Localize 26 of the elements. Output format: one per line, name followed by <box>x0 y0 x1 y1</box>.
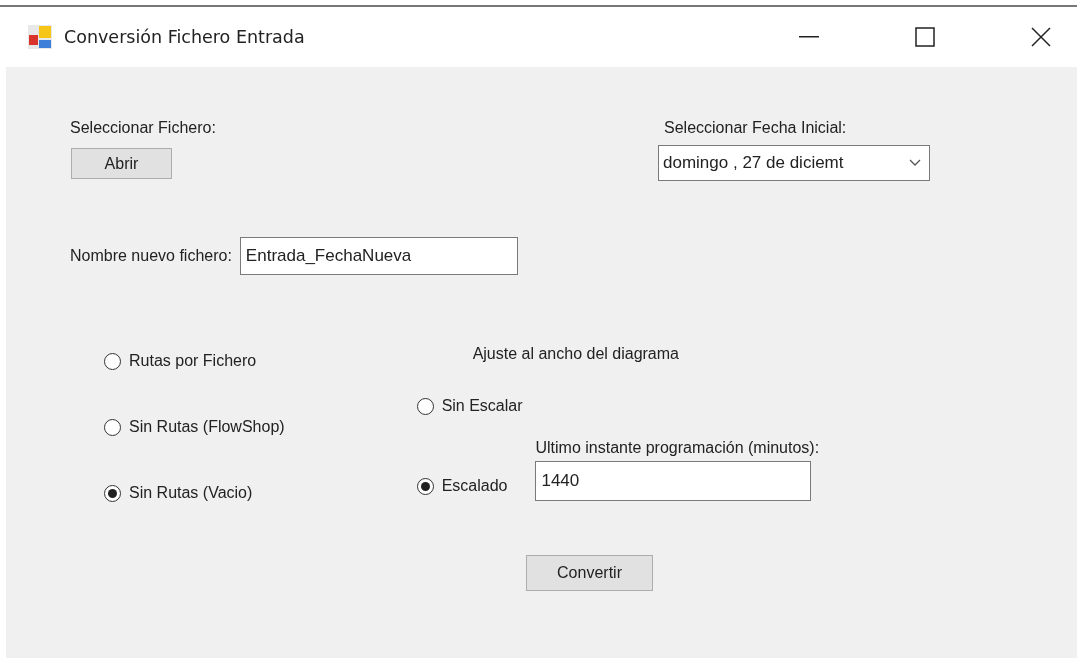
date-label: Seleccionar Fecha Inicial: <box>664 119 847 137</box>
radio-button[interactable] <box>416 477 434 495</box>
name-field[interactable]: Entrada_FechaNueva <box>239 237 518 275</box>
open-button[interactable]: Abrir <box>71 148 172 179</box>
radio-label: Rutas por Fichero <box>129 352 257 370</box>
last-instant-field[interactable]: 1440 <box>535 461 812 501</box>
scaling-title: Ajuste al ancho del diagrama <box>472 345 680 363</box>
last-instant-label: Ultimo instante programación (minutos): <box>535 439 820 457</box>
app-icon <box>27 24 53 50</box>
radio-label: Sin Rutas (Vacio) <box>129 484 253 502</box>
radio-button[interactable] <box>104 418 121 436</box>
maximize-icon[interactable] <box>915 27 935 47</box>
radio-button[interactable] <box>104 352 121 370</box>
file-label: Seleccionar Fichero: <box>70 119 216 137</box>
radio-label: Sin Rutas (FlowShop) <box>129 418 285 436</box>
date-picker[interactable]: domingo , 27 de diciemt <box>658 145 930 181</box>
radio-button[interactable] <box>416 397 434 415</box>
close-icon[interactable] <box>1031 27 1051 47</box>
name-label: Nombre nuevo fichero: <box>70 247 232 265</box>
radio-label: Sin Escalar <box>441 397 523 415</box>
window-title: Conversión Fichero Entrada <box>64 27 305 47</box>
minimize-icon[interactable] <box>799 36 819 38</box>
radio-label: Escalado <box>441 477 508 495</box>
convert-button[interactable]: Convertir <box>526 555 653 591</box>
chevron-down-icon <box>909 159 921 167</box>
radio-button[interactable] <box>104 484 121 502</box>
